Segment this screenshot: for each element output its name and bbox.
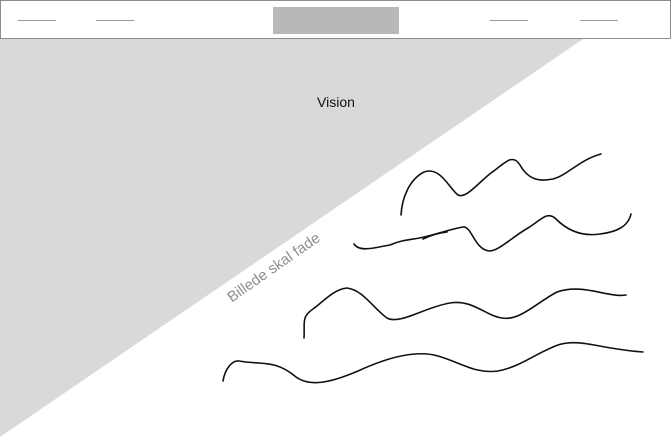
- nav-link-4[interactable]: [580, 20, 618, 21]
- hero-section: Vision Billede skal fade: [0, 39, 672, 437]
- nav-link-3[interactable]: [490, 20, 528, 21]
- top-navbar: [0, 0, 671, 39]
- logo-placeholder[interactable]: [273, 7, 399, 34]
- nav-link-2[interactable]: [96, 20, 134, 21]
- sketch-line-4: [222, 341, 644, 384]
- sketch-line-3: [303, 287, 627, 339]
- hero-title: Vision: [317, 94, 355, 110]
- nav-link-1[interactable]: [18, 20, 56, 21]
- sketch-line-2: [353, 213, 632, 252]
- sketch-line-1: [400, 153, 602, 216]
- sketch-line-2b: [422, 231, 448, 240]
